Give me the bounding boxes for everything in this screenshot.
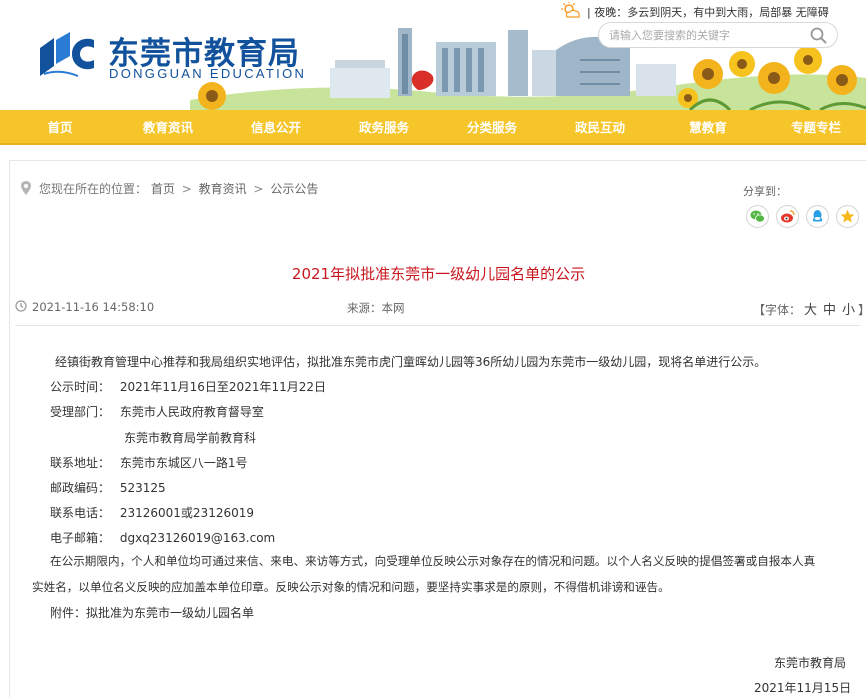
share-label: 分享到： (743, 185, 787, 198)
nav-item-news[interactable]: 教育资讯 (132, 110, 204, 145)
search-box (598, 22, 838, 48)
breadcrumb-home[interactable]: 首页 (151, 182, 175, 196)
share-wechat-button[interactable] (746, 205, 769, 228)
weibo-icon (781, 210, 795, 223)
nav-item-home[interactable]: 首页 (30, 110, 90, 145)
share-favorite-button[interactable] (836, 205, 859, 228)
breadcrumb-separator: > (181, 182, 192, 196)
article-card: 您现在所在的位置： 首页 > 教育资讯 > 公示公告 分享到： 2021年拟批准… (9, 160, 866, 697)
nav-item-special-topics[interactable]: 专题专栏 (780, 110, 852, 145)
qq-icon (812, 210, 823, 222)
clock-icon (15, 300, 27, 312)
font-size-small-button[interactable]: 小 (839, 303, 858, 318)
location-pin-icon (21, 181, 31, 195)
share-weibo-button[interactable] (776, 205, 799, 228)
publish-date: 2021-11-16 14:58:10 (32, 300, 155, 314)
field-label: 邮政编码： (50, 481, 111, 495)
breadcrumb-news[interactable]: 教育资讯 (199, 182, 247, 196)
signature-date: 2021年11月15日 (754, 681, 852, 695)
field-value: 2021年11月16日至2021年11月22日 (119, 380, 327, 394)
field-label: 公示时间： (50, 380, 111, 394)
field-row: 东莞市教育局学前教育科 (124, 429, 256, 446)
field-value: 523125 (119, 481, 166, 495)
breadcrumb-announcements[interactable]: 公示公告 (270, 182, 318, 196)
nav-item-gov-services[interactable]: 政务服务 (348, 110, 420, 145)
attachment-link[interactable]: 附件：拟批准为东莞市一级幼儿园名单 (50, 604, 254, 621)
font-size-switcher: 【字体：大中小】 (753, 299, 866, 318)
search-input[interactable] (609, 26, 804, 44)
breadcrumb-prefix: 您现在所在的位置： (39, 182, 148, 196)
site-header: 东莞市教育局 DONGGUAN EDUCATION | 夜晚：多云到阴天，有中到… (0, 0, 866, 110)
search-icon[interactable] (809, 26, 829, 46)
weather-bar: | 夜晚：多云到阴天，有中到大雨，局部暴 无障碍 (561, 2, 846, 20)
star-icon (840, 209, 855, 223)
field-label: 受理部门： (50, 405, 111, 419)
breadcrumb-separator: > (253, 182, 264, 196)
field-row: 公示时间： 2021年11月16日至2021年11月22日 (50, 378, 326, 395)
field-value: dgxq23126019@163.com (119, 531, 276, 545)
intro-paragraph: 经镇街教育管理中心推荐和我局组织实地评估，拟批准东莞市虎门童晖幼儿园等36所幼儿… (55, 355, 767, 369)
weather-text[interactable]: | 夜晚：多云到阴天，有中到大雨，局部暴 无障碍 (587, 4, 829, 20)
field-row: 邮政编码： 523125 (50, 479, 166, 496)
field-row: 电子邮箱： dgxq23126019@163.com (50, 529, 275, 546)
share-qq-button[interactable] (806, 205, 829, 228)
meta-divider (15, 325, 860, 326)
nav-item-smart-education[interactable]: 慧教育 (678, 110, 738, 145)
nav-item-open-info[interactable]: 信息公开 (240, 110, 312, 145)
font-size-close: 】 (858, 303, 866, 317)
field-label: 联系电话： (50, 506, 111, 520)
wechat-icon (750, 210, 765, 223)
article-meta: 2021-11-16 14:58:10 来源：本网 【字体：大中小】 (15, 299, 866, 319)
field-row: 联系地址： 东莞市东城区八一路1号 (50, 454, 247, 471)
field-value: 23126001或23126019 (119, 506, 255, 520)
field-value: 东莞市教育局学前教育科 (124, 431, 257, 445)
font-size-medium-button[interactable]: 中 (820, 303, 839, 318)
notice-paragraph-line: 实姓名，以单位名义反映的应加盖本单位印章。反映公示对象的情况和问题，要坚持实事求… (32, 580, 670, 594)
site-logo-icon[interactable] (38, 30, 96, 78)
signature: 东莞市教育局 (774, 656, 847, 670)
field-label: 电子邮箱： (50, 531, 111, 545)
field-row: 联系电话： 23126001或23126019 (50, 504, 254, 521)
field-row: 受理部门： 东莞市人民政府教育督导室 (50, 403, 264, 420)
weather-icon (561, 2, 580, 18)
nav-item-category-services[interactable]: 分类服务 (456, 110, 528, 145)
main-nav: 首页 教育资讯 信息公开 政务服务 分类服务 政民互动 慧教育 专题专栏 (0, 110, 866, 145)
font-size-label: 【字体： (753, 303, 802, 317)
field-value: 东莞市人民政府教育督导室 (119, 405, 264, 419)
article-title: 2021年拟批准东莞市一级幼儿园名单的公示 (291, 265, 586, 283)
field-value: 东莞市东城区八一路1号 (119, 456, 248, 470)
nav-item-interaction[interactable]: 政民互动 (564, 110, 636, 145)
field-label: 联系地址： (50, 456, 111, 470)
font-size-large-button[interactable]: 大 (801, 303, 820, 318)
article-source: 来源：本网 (347, 301, 405, 315)
notice-paragraph-line: 在公示期限内，个人和单位均可通过来信、来电、来访等方式，向受理单位反映公示对象存… (50, 554, 816, 568)
